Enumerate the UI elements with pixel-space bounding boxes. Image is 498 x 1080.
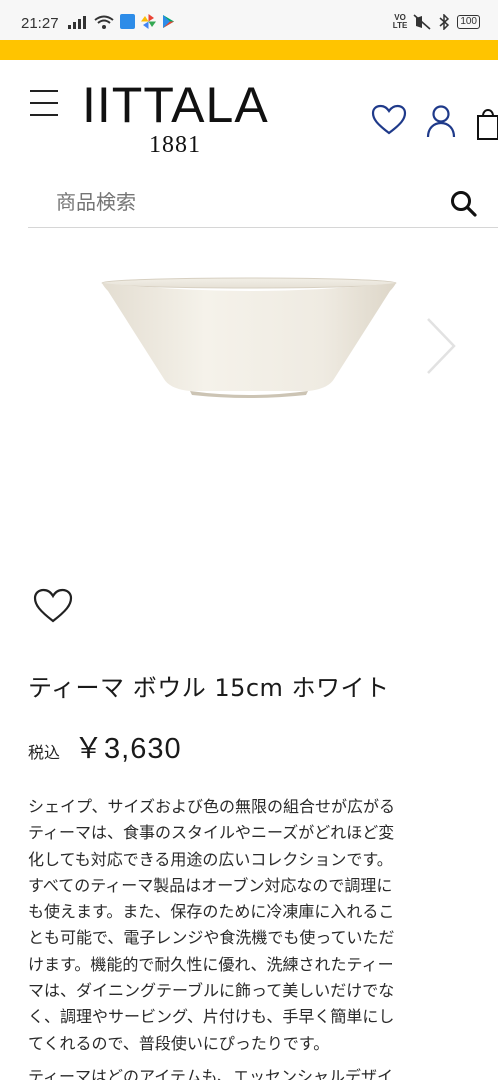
promo-bar	[0, 40, 498, 60]
status-bar: 21:27 VO LTE 100	[0, 0, 498, 40]
hamburger-icon	[30, 90, 58, 92]
pinwheel-icon	[141, 14, 156, 29]
logo-text: IITTALA	[82, 77, 269, 133]
search-bar	[28, 178, 498, 228]
hamburger-line	[30, 114, 58, 116]
description-line: とも可能で、電子レンジや食洗機でも使っていただ	[28, 928, 395, 948]
description-line: ティーマは、食事のスタイルやニーズがどれほど変	[28, 823, 395, 843]
hamburger-line	[30, 102, 58, 104]
product-image	[101, 277, 397, 398]
volte-icon: VO LTE	[392, 13, 408, 30]
bluetooth-icon	[439, 14, 450, 30]
description-line: 化しても対応できる用途の広いコレクションです。	[28, 849, 393, 869]
product-description: シェイプ、サイズおよび色の無限の組合せが広がる ティーマは、食事のスタイルやニー…	[28, 794, 474, 1057]
status-time: 21:27	[21, 15, 59, 32]
description-line: けます。機能的で耐久性に優れ、洗練されたティー	[28, 954, 394, 974]
status-left-icons	[68, 14, 175, 29]
wifi-icon	[94, 15, 114, 29]
logo-year: 1881	[149, 132, 201, 158]
description-next-paragraph: ティーマはどのアイテムも、エッセンシャルデザイ	[28, 1067, 393, 1080]
description-line: シェイプ、サイズおよび色の無限の組合せが広がる	[28, 797, 396, 816]
status-right-icons: VO LTE 100	[393, 14, 480, 30]
app-icon	[120, 14, 135, 29]
wishlist-heart-icon[interactable]	[371, 104, 407, 136]
signal-icon	[68, 15, 86, 29]
battery-icon: 100	[457, 15, 480, 29]
account-icon[interactable]	[426, 104, 456, 138]
menu-button[interactable]	[30, 90, 60, 116]
cart-bag-icon[interactable]	[476, 104, 498, 140]
description-line: も使えます。また、保存のために冷凍庫に入れるこ	[28, 902, 395, 922]
mute-icon	[413, 14, 431, 30]
search-icon[interactable]	[450, 190, 478, 218]
add-to-favorites-heart-icon[interactable]	[33, 588, 73, 624]
description-line: すべてのティーマ製品はオーブン対応なので調理に	[28, 875, 393, 895]
tax-label: 税込	[28, 743, 61, 762]
search-input[interactable]	[56, 190, 416, 214]
site-header: IITTALA 1881	[0, 60, 498, 178]
brand-logo[interactable]: IITTALA 1881	[82, 78, 268, 158]
product-price: ￥3,630	[74, 733, 182, 765]
description-line: てくれるので、普段使いにぴったりです。	[28, 1033, 330, 1053]
description-line: マは、ダイニングテーブルに飾って美しいだけでな	[28, 981, 395, 1001]
description-line: く、調理やサービング、片付けも、手早く簡単にし	[28, 1007, 395, 1027]
price-row: 税込 ￥3,630	[28, 725, 182, 767]
product-title: ティーマ ボウル 15cm ホワイト	[28, 674, 390, 702]
chevron-right-icon[interactable]	[424, 317, 458, 375]
play-store-icon	[163, 15, 174, 28]
product-gallery[interactable]	[0, 229, 498, 579]
